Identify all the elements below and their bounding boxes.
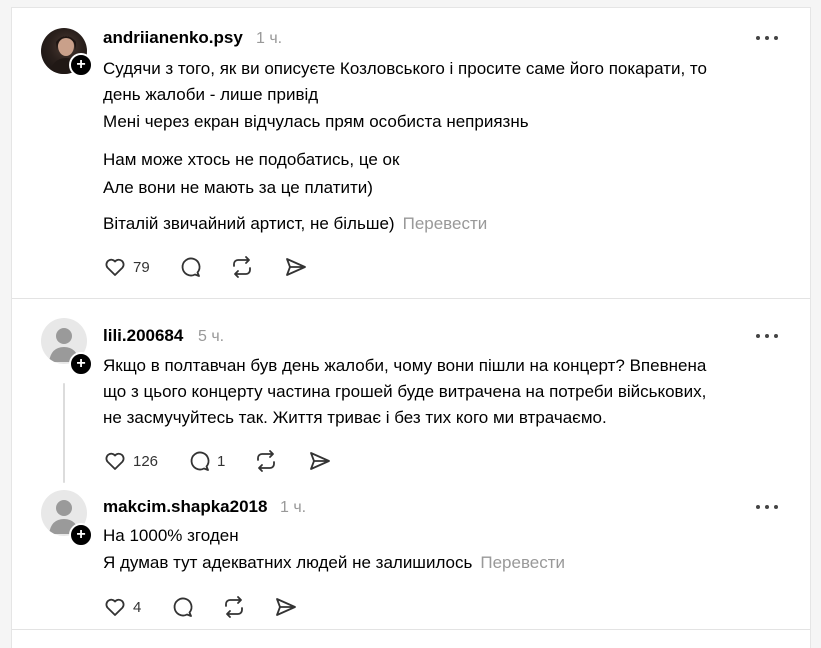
repost-icon — [225, 596, 243, 618]
repost-button[interactable] — [222, 595, 246, 619]
post-text-line: На 1000% згоден — [103, 526, 239, 545]
post-text-line: не засмучуйтесь так. Життя триває і без … — [103, 408, 607, 427]
post-time[interactable]: 1 ч. — [256, 30, 282, 48]
like-button[interactable]: 126 — [103, 449, 158, 473]
reply-button[interactable]: 1 — [187, 449, 225, 473]
heart-icon — [105, 258, 125, 276]
translate-link[interactable]: Перевести — [403, 214, 488, 233]
like-count: 4 — [133, 598, 142, 616]
follow-plus-icon[interactable]: + — [69, 523, 93, 547]
comment-icon — [190, 451, 210, 471]
share-icon — [310, 452, 330, 470]
thread-line — [63, 383, 65, 483]
post-lili: + lili.200684 5 ч. Якщо в полтавчан був … — [12, 299, 810, 483]
more-icon[interactable] — [756, 504, 780, 510]
post-text-line: Якщо в полтавчан був день жалоби, чому в… — [103, 356, 707, 375]
share-button[interactable] — [274, 595, 298, 619]
share-icon — [276, 598, 296, 616]
post-text: Я думав тут адекватних людей не залишило… — [103, 553, 473, 572]
post-text-line: день жалоби - лише привід — [103, 85, 319, 104]
post-makcim: + makcim.shapka2018 1 ч. На 1000% згоден… — [12, 479, 810, 639]
post-username[interactable]: makcim.shapka2018 — [103, 497, 267, 517]
translate-link[interactable]: Перевести — [480, 553, 565, 572]
share-button[interactable] — [284, 255, 308, 279]
heart-icon — [105, 452, 125, 470]
post-andriianenko: + andriianenko.psy 1 ч. Судячи з того, я… — [12, 8, 810, 298]
comment-icon — [181, 257, 201, 277]
share-icon — [286, 258, 306, 276]
like-button[interactable]: 79 — [103, 255, 150, 279]
share-button[interactable] — [308, 449, 332, 473]
like-count: 126 — [133, 452, 159, 470]
more-icon[interactable] — [756, 35, 780, 41]
post-text-line: Мені через екран відчулась прям особиста… — [103, 112, 529, 131]
follow-plus-icon[interactable]: + — [69, 352, 93, 376]
post-username[interactable]: andriianenko.psy — [103, 28, 243, 48]
post-text-line-with-translate: Віталій звичайний артист, не більше) Пере… — [103, 213, 487, 235]
post-text-line: Але вони не мають за це платити) — [103, 178, 373, 197]
heart-icon — [105, 598, 125, 616]
post-username[interactable]: lili.200684 — [103, 326, 183, 346]
repost-icon — [257, 450, 275, 472]
post-time[interactable]: 1 ч. — [280, 499, 306, 517]
repost-button[interactable] — [254, 449, 278, 473]
reply-count: 1 — [217, 452, 226, 470]
reply-button[interactable] — [178, 255, 202, 279]
more-icon[interactable] — [756, 333, 780, 339]
post-text-line-with-translate: Я думав тут адекватних людей не залишило… — [103, 552, 565, 574]
reply-button[interactable] — [170, 595, 194, 619]
comment-icon — [173, 597, 193, 617]
repost-button[interactable] — [230, 255, 254, 279]
post-divider — [12, 629, 810, 630]
repost-icon — [233, 256, 251, 278]
like-count: 79 — [133, 258, 150, 276]
post-text: Віталій звичайний артист, не більше) — [103, 214, 395, 233]
post-time[interactable]: 5 ч. — [198, 328, 224, 346]
threads-feed: + andriianenko.psy 1 ч. Судячи з того, я… — [11, 7, 811, 648]
like-button[interactable]: 4 — [103, 595, 141, 619]
post-text-line: Судячи з того, як ви описуєте Козловсько… — [103, 59, 707, 78]
follow-plus-icon[interactable]: + — [69, 53, 93, 77]
post-text-line: Нам може хтось не подобатись, це ок — [103, 150, 400, 169]
post-text-line: що з цього концерту частина грошей буде … — [103, 382, 707, 401]
